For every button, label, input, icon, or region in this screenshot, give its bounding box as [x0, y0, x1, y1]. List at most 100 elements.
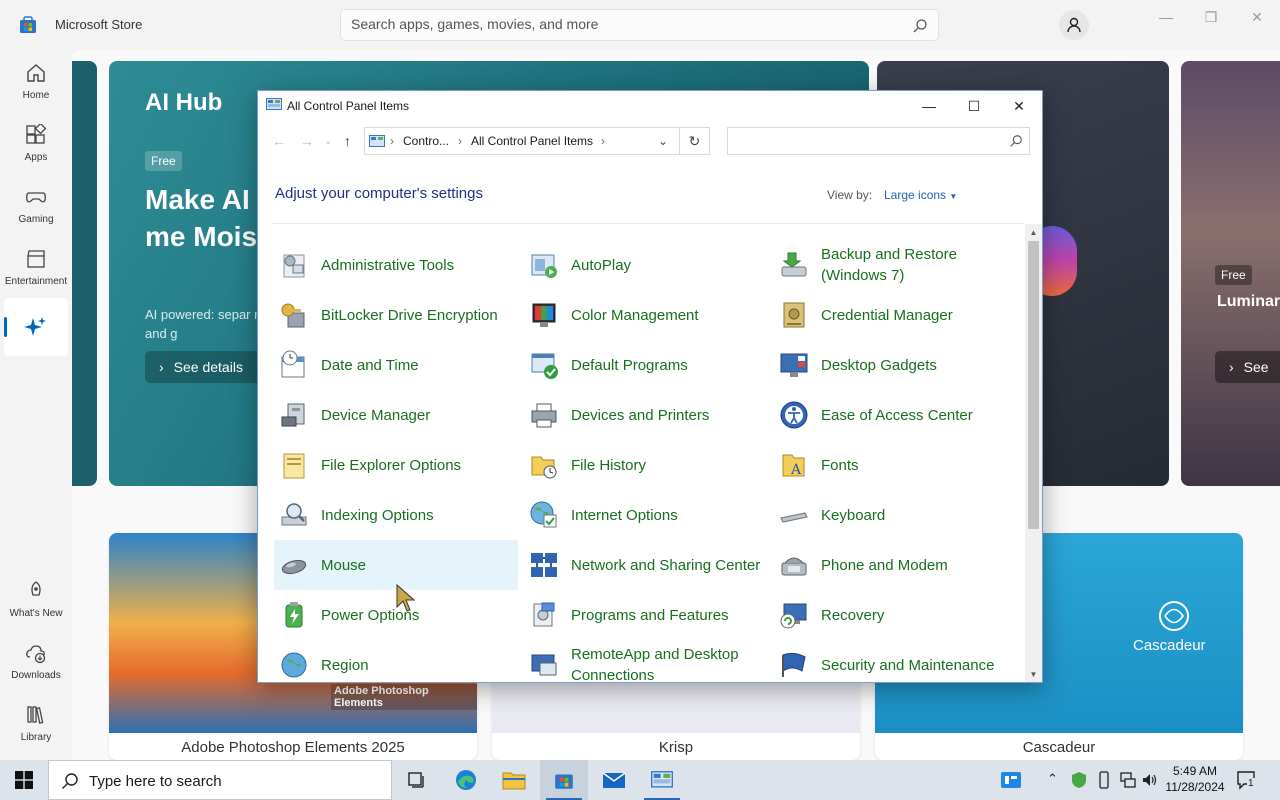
notification-center-button[interactable]: 1 — [1236, 769, 1258, 791]
up-arrow-icon[interactable]: ↑ — [344, 133, 351, 149]
control-panel-search-box[interactable] — [727, 127, 1030, 155]
network-ethernet-icon[interactable] — [1119, 771, 1137, 789]
hero-far-name: Luminar — [1217, 293, 1280, 310]
taskbar-search-box[interactable]: Type here to search — [48, 760, 392, 800]
breadcrumb-all-items[interactable]: All Control Panel Items — [471, 134, 593, 148]
default-programs-icon — [531, 353, 558, 379]
store-bag-icon — [555, 774, 573, 789]
scroll-up-arrow-icon[interactable]: ▲ — [1025, 224, 1042, 240]
store-search-box[interactable] — [340, 9, 939, 41]
cp-item-internet-options[interactable]: Internet Options — [524, 490, 768, 540]
cp-minimize-button[interactable]: — — [906, 91, 952, 121]
cp-item-file-explorer-options[interactable]: File Explorer Options — [274, 440, 518, 490]
cp-item-fonts[interactable]: A Fonts — [774, 440, 1018, 490]
control-panel-search-input[interactable] — [734, 133, 994, 147]
nav-ai-hub[interactable] — [4, 298, 68, 356]
hero-label: AI Hub — [145, 89, 223, 116]
taskbar-edge[interactable] — [442, 760, 490, 800]
nav-gaming[interactable]: Gaming — [4, 176, 68, 234]
search-icon[interactable] — [912, 18, 928, 34]
volume-speaker-icon[interactable] — [1141, 771, 1159, 789]
cp-item-ease-of-access[interactable]: Ease of Access Center — [774, 390, 1018, 440]
hero-previous-slide[interactable] — [72, 61, 97, 486]
taskbar-file-explorer[interactable] — [490, 760, 538, 800]
nav-whats-new[interactable]: What's New — [4, 570, 68, 628]
cp-item-indexing-options[interactable]: Indexing Options — [274, 490, 518, 540]
cp-item-remoteapp[interactable]: RemoteApp and Desktop Connections — [524, 640, 768, 682]
cp-item-network-and-sharing[interactable]: Network and Sharing Center — [524, 540, 768, 590]
control-panel-titlebar[interactable]: All Control Panel Items — ☐ ✕ — [258, 91, 1042, 121]
start-button[interactable] — [0, 760, 48, 800]
cp-item-date-and-time[interactable]: Date and Time — [274, 340, 518, 390]
notification-count-badge: 1 — [1247, 778, 1255, 789]
credential-vault-icon — [783, 302, 805, 328]
taskbar-microsoft-store[interactable] — [540, 760, 588, 800]
cp-item-administrative-tools[interactable]: Administrative Tools — [274, 240, 518, 290]
cp-item-autoplay[interactable]: AutoPlay — [524, 240, 768, 290]
programs-features-icon — [533, 602, 555, 627]
cp-item-default-programs[interactable]: Default Programs — [524, 340, 768, 390]
cp-item-desktop-gadgets[interactable]: Desktop Gadgets — [774, 340, 1018, 390]
mouse-icon — [281, 559, 307, 575]
nav-home[interactable]: Home — [4, 52, 68, 110]
cp-item-region[interactable]: Region — [274, 640, 518, 682]
restore-icon: ❐ — [1204, 8, 1218, 25]
cp-item-label: Administrative Tools — [321, 256, 455, 274]
store-close-button[interactable]: ✕ — [1234, 6, 1280, 28]
account-avatar[interactable] — [1059, 10, 1089, 40]
address-dropdown-chevron-icon[interactable]: ⌄ — [658, 134, 668, 148]
cp-item-recovery[interactable]: Recovery — [774, 590, 1018, 640]
taskbar-mail[interactable] — [590, 760, 638, 800]
taskbar-control-panel[interactable] — [638, 760, 686, 800]
show-hidden-icons-chevron-icon[interactable]: ⌃ — [1047, 771, 1058, 787]
bitlocker-key-icon — [281, 303, 305, 328]
hero-far-see-button[interactable]: › See — [1215, 351, 1280, 383]
scrollbar-thumb[interactable] — [1028, 241, 1039, 529]
cp-item-devices-and-printers[interactable]: Devices and Printers — [524, 390, 768, 440]
device-manager-icon — [281, 403, 305, 427]
refresh-button[interactable]: ↻ — [680, 127, 710, 155]
cp-item-phone-and-modem[interactable]: Phone and Modem — [774, 540, 1018, 590]
cp-item-label: Network and Sharing Center — [571, 556, 761, 574]
taskbar-clock[interactable]: 5:49 AM 11/28/2024 — [1160, 763, 1230, 795]
cp-item-credential-manager[interactable]: Credential Manager — [774, 290, 1018, 340]
forward-arrow-icon[interactable]: → — [300, 133, 314, 149]
nav-library[interactable]: Library — [4, 694, 68, 752]
tray-security-icon[interactable] — [1070, 771, 1088, 789]
store-minimize-button[interactable]: — — [1143, 6, 1189, 28]
cp-close-button[interactable]: ✕ — [996, 91, 1042, 121]
calendar-clock-icon — [281, 350, 305, 378]
cp-item-backup-and-restore[interactable]: Backup and Restore (Windows 7) — [774, 240, 1018, 290]
nav-entertainment[interactable]: Entertainment — [4, 238, 68, 296]
cp-item-programs-and-features[interactable]: Programs and Features — [524, 590, 768, 640]
device-icon[interactable] — [1096, 771, 1112, 789]
back-arrow-icon[interactable]: ← — [272, 133, 286, 149]
nav-downloads[interactable]: Downloads — [4, 632, 68, 690]
tray-app-icon[interactable] — [1000, 770, 1022, 790]
breadcrumb-control-panel[interactable]: Contro... — [403, 134, 449, 148]
minimize-icon: — — [922, 98, 936, 114]
vertical-scrollbar[interactable]: ▲ ▼ — [1025, 224, 1042, 682]
cp-item-bitlocker[interactable]: BitLocker Drive Encryption — [274, 290, 518, 340]
cp-item-label: Internet Options — [571, 506, 678, 524]
cp-item-color-management[interactable]: Color Management — [524, 290, 768, 340]
cp-item-file-history[interactable]: File History — [524, 440, 768, 490]
view-by-dropdown[interactable]: Large icons ▼ — [884, 188, 957, 202]
cp-item-security-and-maintenance[interactable]: Security and Maintenance — [774, 640, 1018, 682]
edge-browser-icon — [456, 770, 476, 790]
recent-locations-chevron-icon[interactable]: ⌄ — [324, 136, 332, 147]
cp-item-label: Power Options — [321, 606, 420, 624]
scroll-down-arrow-icon[interactable]: ▼ — [1025, 666, 1042, 682]
cp-item-device-manager[interactable]: Device Manager — [274, 390, 518, 440]
hero-see-details-button[interactable]: › See details — [145, 351, 265, 383]
app-card-name: Adobe Photoshop Elements 2025 — [181, 739, 405, 756]
administrative-tools-icon — [283, 254, 305, 278]
task-view-button[interactable] — [392, 760, 440, 800]
cp-maximize-button[interactable]: ☐ — [951, 91, 997, 121]
store-maximize-button[interactable]: ❐ — [1188, 6, 1234, 28]
store-search-input[interactable] — [351, 16, 891, 32]
cp-item-keyboard[interactable]: Keyboard — [774, 490, 1018, 540]
nav-apps[interactable]: Apps — [4, 114, 68, 172]
hero-luminar-banner[interactable]: Free Luminar › See — [1181, 61, 1280, 486]
address-box[interactable]: › Contro... › All Control Panel Items › … — [364, 127, 680, 155]
